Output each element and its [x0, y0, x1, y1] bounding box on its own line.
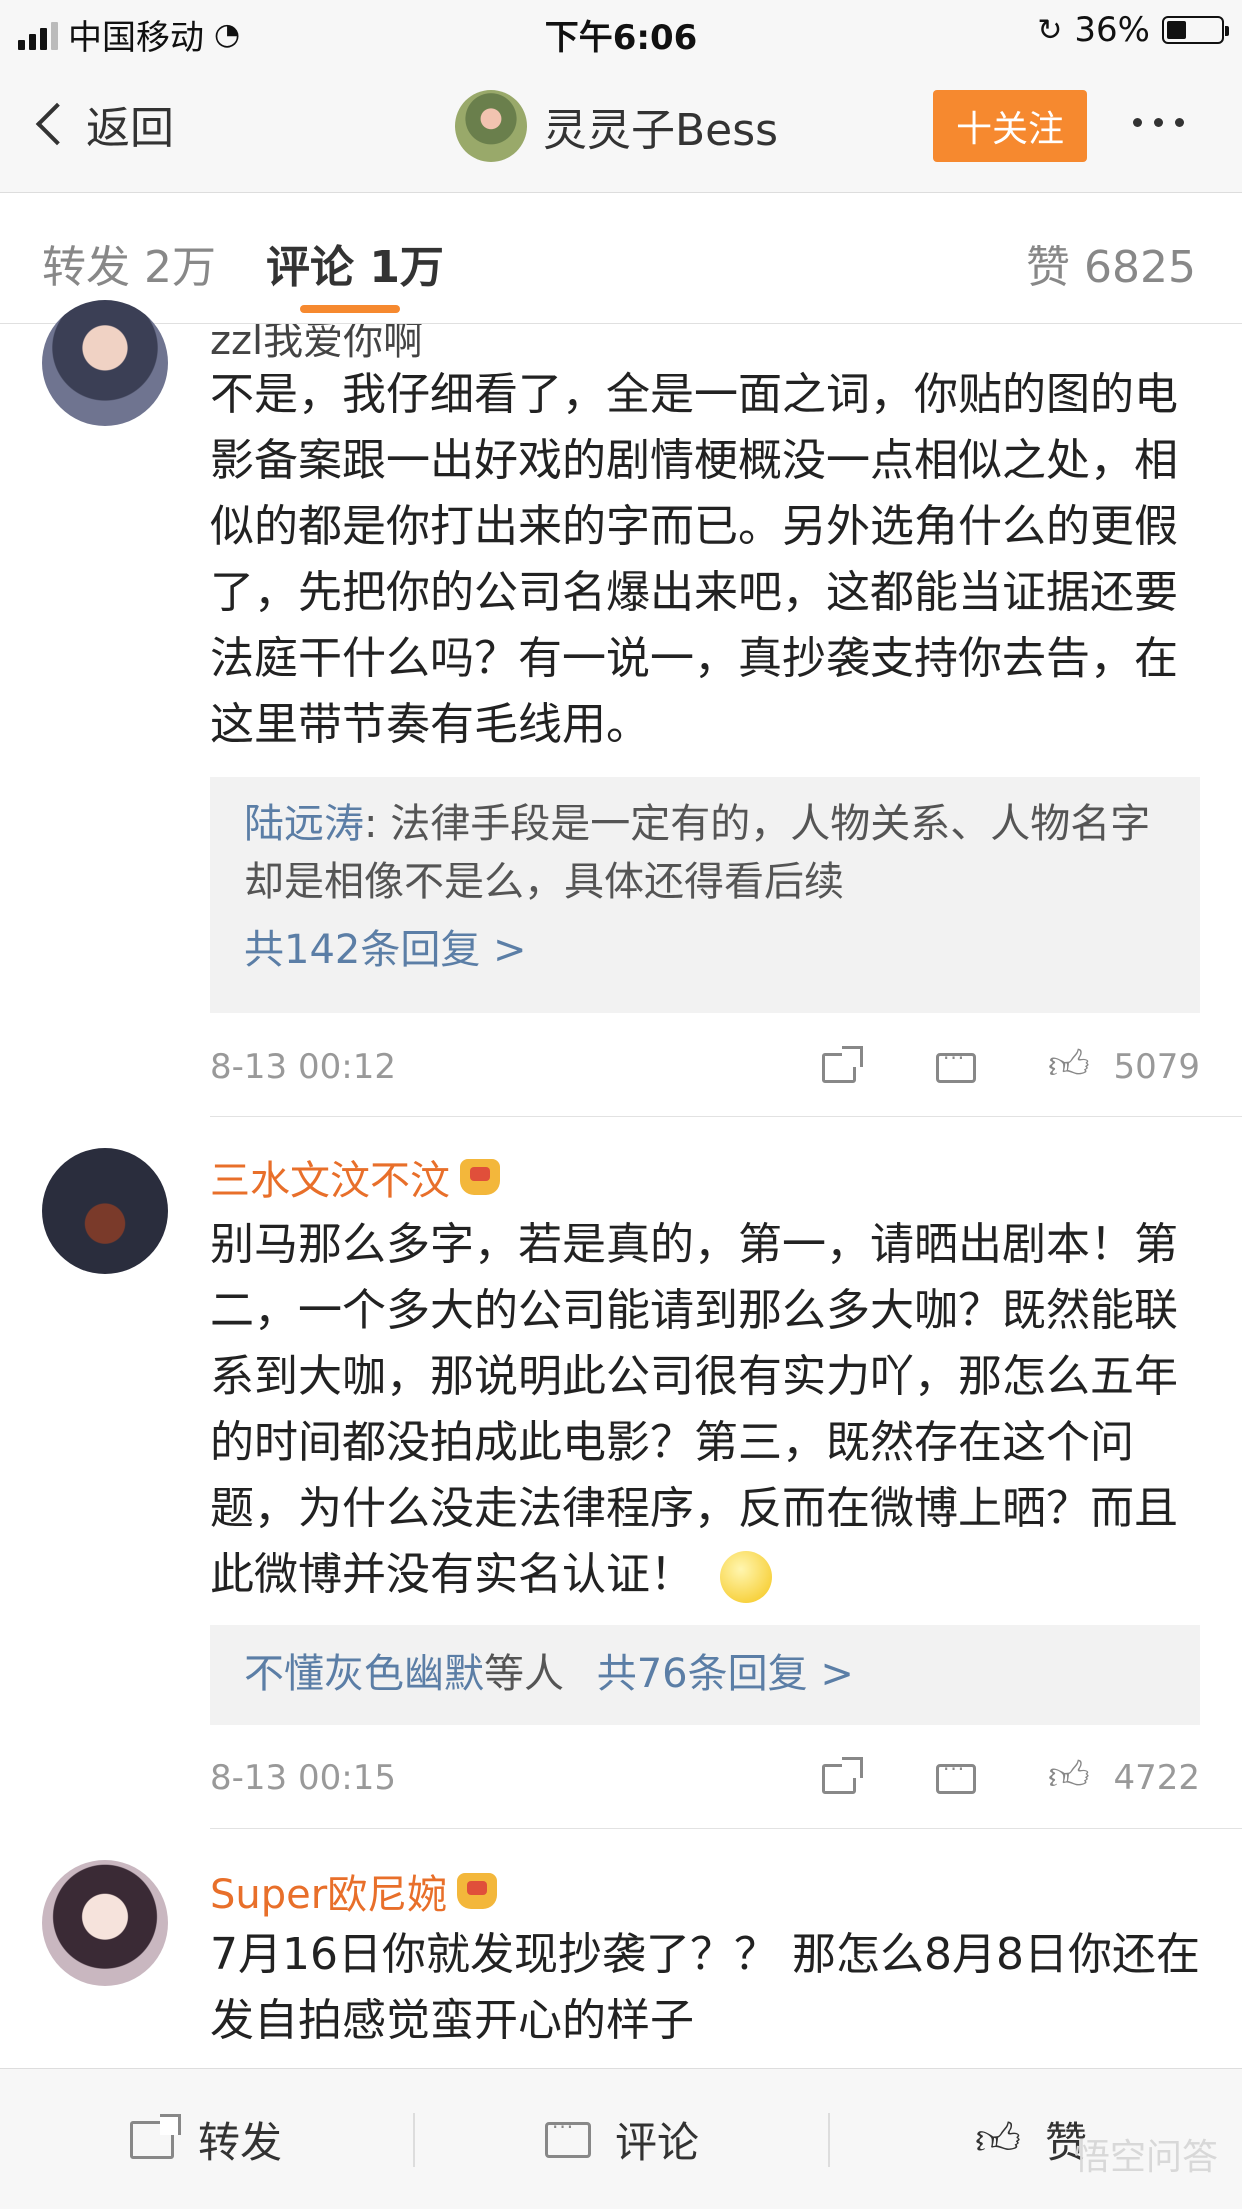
reply-username[interactable]: 不懂灰色幽默	[244, 1651, 484, 1697]
comment-meta: 8-13 00:12 👍︎ 5079	[210, 1041, 1200, 1091]
active-tab-indicator	[300, 305, 400, 313]
back-label: 返回	[86, 103, 174, 154]
username: 灵灵子Bess	[543, 105, 779, 156]
comment-button[interactable]: 评论	[545, 2109, 699, 2170]
comment-text: 不是，我仔细看了，全是一面之词，你贴的图的电影备案跟一出好戏的剧情梗概没一点相似…	[210, 369, 1178, 750]
comment-label: 评论	[615, 2118, 700, 2167]
comment-date: 8-13 00:12	[210, 1047, 396, 1087]
comment-icon[interactable]	[936, 1757, 976, 1794]
avatar[interactable]	[42, 300, 168, 426]
reply-suffix: 等人	[484, 1651, 564, 1697]
comment-username-row[interactable]: 三水文汶不汶	[210, 1148, 500, 1206]
divider	[210, 1116, 1242, 1117]
comment-meta: 8-13 00:15 👍︎ 4722	[210, 1752, 1200, 1802]
share-icon	[130, 2113, 181, 2159]
view-replies-link[interactable]: 共76条回复 >	[597, 1651, 854, 1697]
follow-button[interactable]: 十关注	[933, 90, 1087, 162]
divider	[828, 2113, 830, 2167]
status-right: ↻ 36%	[1037, 10, 1229, 50]
battery-level	[1167, 21, 1186, 39]
like-count: 5079	[1113, 1047, 1200, 1087]
vip-crown-icon	[460, 1159, 500, 1195]
like-button[interactable]: 👍︎ 赞	[975, 2109, 1087, 2170]
like-icon[interactable]: 👍︎	[1048, 1752, 1090, 1800]
status-bar: 中国移动 ◔ 下午6:06 ↻ 36%	[0, 0, 1242, 62]
battery-percent: 36%	[1074, 10, 1150, 50]
comment-username[interactable]: Super欧尼婉	[210, 1862, 447, 1920]
profile-header[interactable]: 灵灵子Bess	[455, 90, 778, 162]
reply-preview[interactable]: 陆远涛: 法律手段是一定有的，人物关系、人物名字却是相像不是么，具体还得看后续 …	[210, 777, 1200, 1013]
nav-bar: 返回 灵灵子Bess 十关注	[0, 62, 1242, 193]
view-replies-link[interactable]: 共142条回复 >	[244, 921, 1166, 979]
bottom-action-bar: 转发 评论 👍︎ 赞	[0, 2068, 1242, 2209]
comment-username-row[interactable]: Super欧尼婉	[210, 1862, 498, 1920]
back-button[interactable]: 返回	[30, 92, 174, 156]
battery-icon	[1162, 16, 1229, 44]
tab-likes[interactable]: 赞 6825	[1026, 231, 1196, 295]
rotation-lock-icon: ↻	[1037, 12, 1063, 48]
comment-date: 8-13 00:15	[210, 1758, 396, 1798]
watermark: 悟空问答	[1073, 2137, 1218, 2178]
comment-icon[interactable]	[936, 1046, 976, 1083]
share-icon[interactable]	[822, 1046, 863, 1083]
comment-icon	[545, 2115, 591, 2158]
tab-comments[interactable]: 评论 1万	[266, 231, 444, 295]
repost-button[interactable]: 转发	[130, 2109, 282, 2170]
avatar[interactable]	[42, 1148, 168, 1274]
chevron-left-icon	[35, 102, 79, 146]
reply-text: : 法律手段是一定有的，人物关系、人物名字却是相像不是么，具体还得看后续	[244, 801, 1151, 905]
avatar[interactable]	[455, 90, 527, 162]
comment-text-block: 别马那么多字，若是真的，第一，请晒出剧本！第二，一个多大的公司能请到那么多大咖？…	[210, 1212, 1210, 1608]
more-icon[interactable]	[1133, 118, 1184, 127]
reply-line: 陆远涛: 法律手段是一定有的，人物关系、人物名字却是相像不是么，具体还得看后续	[244, 795, 1166, 911]
divider	[210, 1828, 1242, 1829]
repost-label: 转发	[198, 2118, 283, 2167]
reply-preview[interactable]: 不懂灰色幽默等人 共76条回复 >	[210, 1625, 1200, 1725]
tab-bar: 转发 2万 评论 1万 赞 6825	[0, 193, 1242, 324]
like-icon: 👍︎	[975, 2114, 1021, 2165]
divider	[413, 2113, 415, 2167]
share-icon[interactable]	[822, 1757, 863, 1794]
comment-text: 别马那么多字，若是真的，第一，请晒出剧本！第二，一个多大的公司能请到那么多大咖？…	[210, 1219, 1178, 1600]
like-icon[interactable]: 👍︎	[1048, 1041, 1090, 1089]
comment-username[interactable]: 三水文汶不汶	[210, 1148, 450, 1206]
like-count: 4722	[1113, 1758, 1200, 1798]
avatar[interactable]	[42, 1860, 168, 1986]
smile-emoji-icon	[720, 1551, 772, 1603]
comment-text: 7月16日你就发现抄袭了？？ 那怎么8月8日你还在发自拍感觉蛮开心的样子	[210, 1929, 1200, 2046]
reply-username[interactable]: 陆远涛	[244, 801, 364, 847]
vip-crown-icon	[457, 1873, 498, 1909]
tab-repost[interactable]: 转发 2万	[42, 231, 216, 295]
